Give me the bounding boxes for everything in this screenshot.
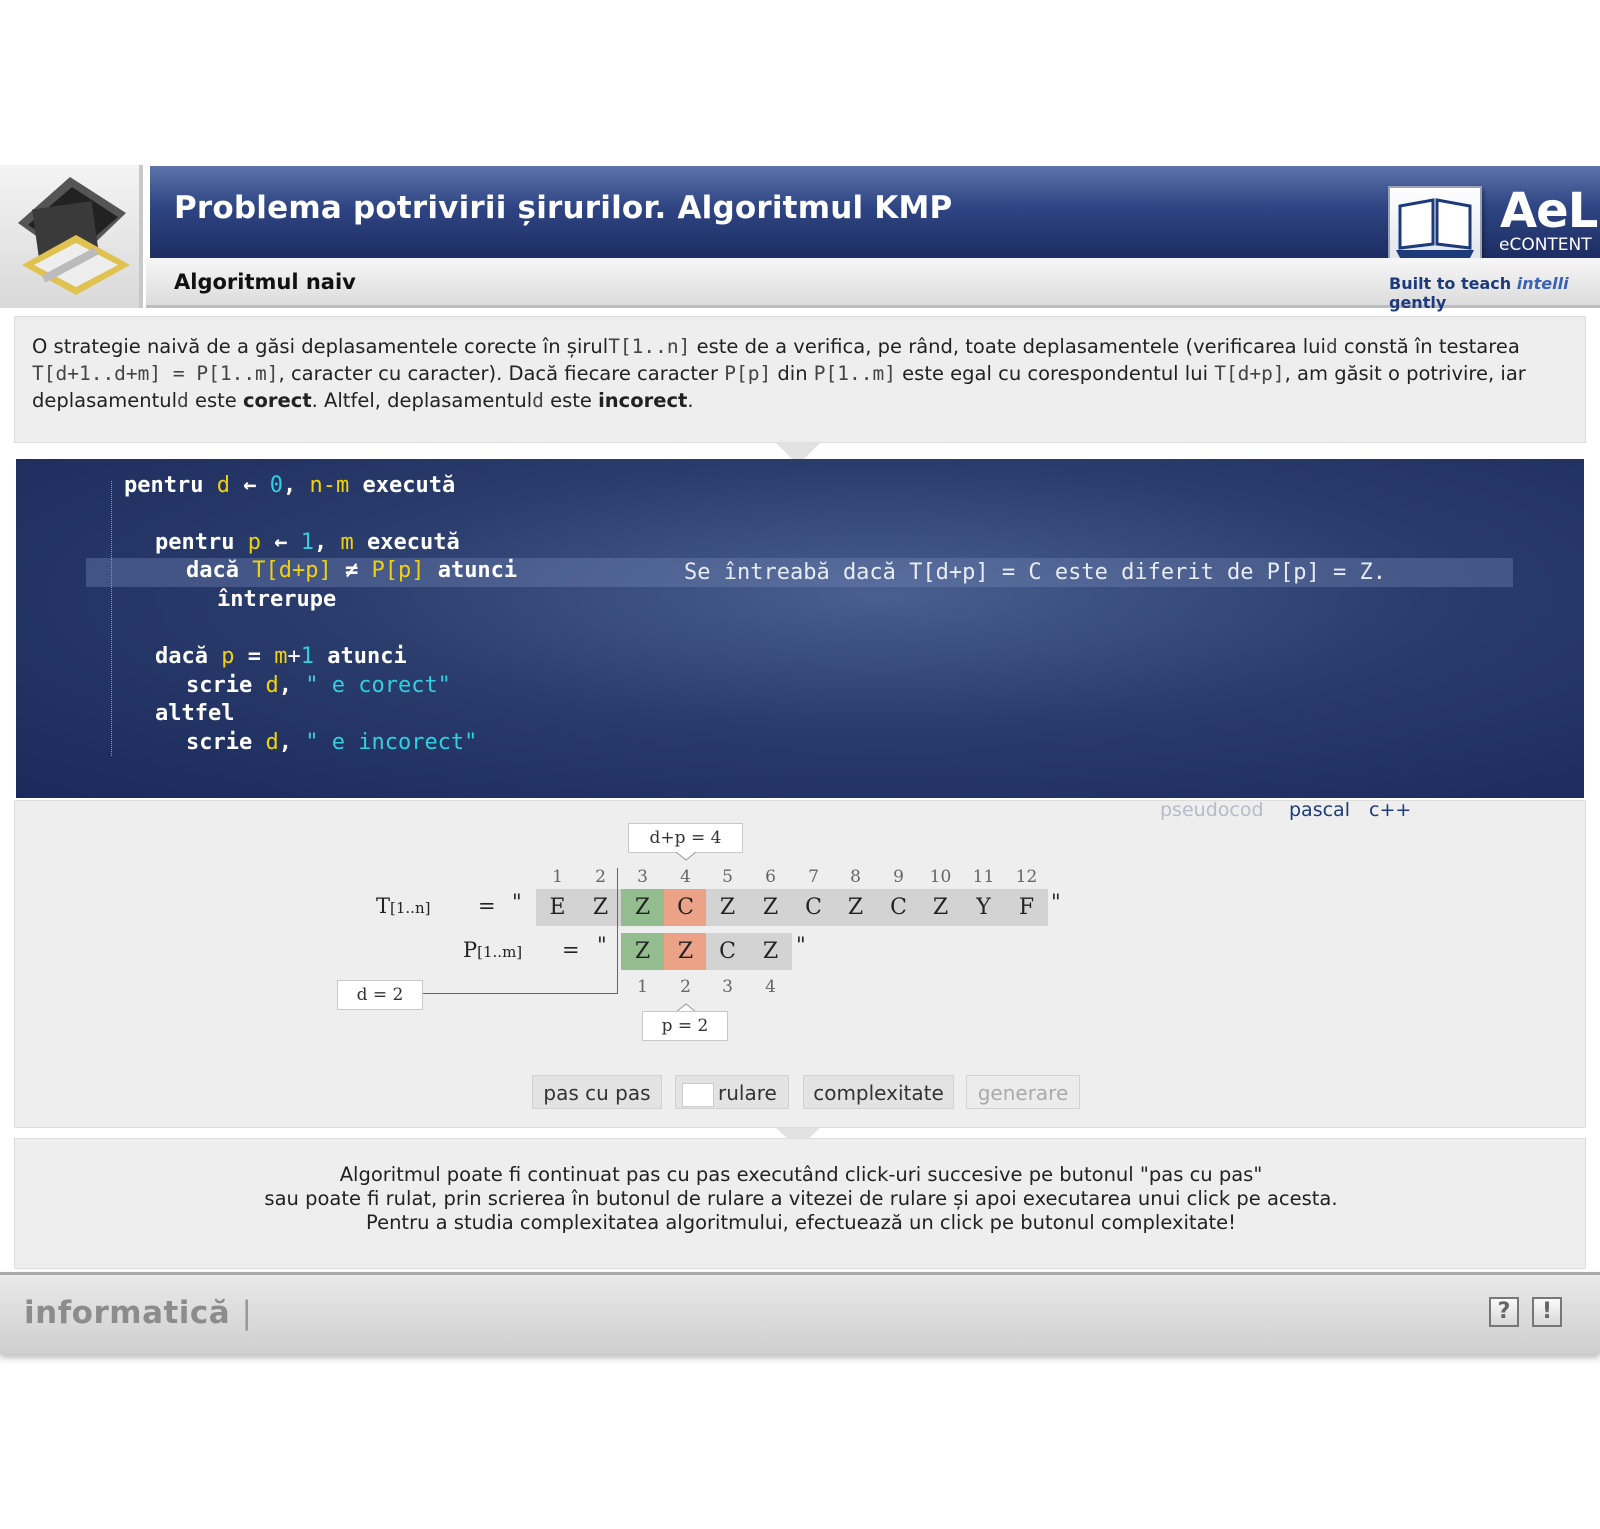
title-bar: Problema potrivirii șirurilor. Algoritmu… bbox=[150, 166, 1600, 258]
text-char: Z bbox=[579, 889, 622, 926]
pattern-index: 3 bbox=[722, 977, 733, 997]
text-index: 1 bbox=[552, 867, 563, 887]
text-index: 7 bbox=[808, 867, 819, 887]
run-speed-input[interactable] bbox=[682, 1082, 714, 1107]
text-char: C bbox=[664, 889, 707, 926]
intro-panel: O strategie naivă de a găsi deplasamente… bbox=[14, 316, 1586, 443]
text-index: 6 bbox=[765, 867, 776, 887]
help-icon[interactable]: ? bbox=[1489, 1297, 1519, 1327]
text-char: C bbox=[792, 889, 835, 926]
d-plus-p-label: d+p = 4 bbox=[628, 823, 743, 853]
simulation-panel bbox=[14, 800, 1586, 1128]
pattern-equals: = bbox=[562, 938, 580, 962]
pattern-close-quote: " bbox=[796, 933, 806, 957]
text-index: 11 bbox=[972, 867, 995, 887]
text-char: Z bbox=[749, 889, 792, 926]
shift-marker-line bbox=[617, 868, 618, 994]
footer-bar: informatică | ? ! bbox=[0, 1272, 1600, 1354]
pattern-char: Z bbox=[621, 933, 664, 970]
pattern-label: P[1..m] bbox=[463, 938, 523, 962]
step-button[interactable]: pas cu pas bbox=[532, 1075, 662, 1109]
shift-connector bbox=[422, 993, 618, 994]
text-char: Z bbox=[706, 889, 749, 926]
run-button[interactable]: rulare bbox=[675, 1075, 789, 1109]
code-line-5: dacă p = m+1 atunci bbox=[155, 644, 407, 669]
tab-pseudocode[interactable]: pseudocod bbox=[1160, 799, 1264, 821]
econtent-label: eCONTENT bbox=[1499, 235, 1592, 255]
indent-guide bbox=[111, 481, 113, 756]
pattern-char: Z bbox=[664, 933, 707, 970]
text-label: T[1..n] bbox=[376, 894, 431, 918]
ael-logo: AeL bbox=[1500, 183, 1598, 239]
text-index: 4 bbox=[680, 867, 691, 887]
code-line-2: pentru p ← 1, m execută bbox=[155, 530, 460, 555]
pattern-index: 4 bbox=[765, 977, 776, 997]
code-line-4: întrerupe bbox=[217, 587, 337, 612]
text-char: Z bbox=[919, 889, 962, 926]
text-index: 10 bbox=[929, 867, 952, 887]
code-panel: pentru d ← 0, n-m execută pentru p ← 1, … bbox=[16, 459, 1584, 798]
shift-label: d = 2 bbox=[337, 980, 423, 1010]
info-icon[interactable]: ! bbox=[1532, 1297, 1562, 1327]
complexity-button[interactable]: complexitate bbox=[803, 1075, 954, 1109]
pattern-char: C bbox=[706, 933, 749, 970]
generate-button: generare bbox=[966, 1075, 1080, 1109]
text-index: 9 bbox=[893, 867, 904, 887]
help-panel: Algoritmul poate fi continuat pas cu pas… bbox=[14, 1138, 1586, 1269]
code-line-8: scrie d, " e incorect" bbox=[186, 730, 478, 755]
pattern-index: 1 bbox=[637, 977, 648, 997]
text-char: F bbox=[1005, 889, 1048, 926]
ael-book-icon bbox=[1388, 186, 1482, 264]
text-char: E bbox=[536, 889, 579, 926]
text-index: 3 bbox=[637, 867, 648, 887]
pattern-open-quote: " bbox=[597, 933, 607, 957]
text-char: Z bbox=[621, 889, 664, 926]
text-close-quote: " bbox=[1051, 890, 1061, 914]
app-logo bbox=[0, 165, 143, 308]
code-line-7: altfel bbox=[155, 701, 235, 726]
pattern-char: Z bbox=[749, 933, 792, 970]
text-index: 5 bbox=[722, 867, 733, 887]
text-index: 2 bbox=[595, 867, 606, 887]
text-char: Z bbox=[834, 889, 877, 926]
text-char: Y bbox=[962, 889, 1005, 926]
run-button-label: rulare bbox=[718, 1081, 777, 1105]
tab-pascal[interactable]: pascal bbox=[1289, 799, 1350, 821]
code-line-3: dacă T[d+p] ≠ P[p] atunci bbox=[186, 558, 518, 583]
p-label: p = 2 bbox=[642, 1011, 728, 1041]
pointer-down-icon bbox=[676, 852, 696, 861]
intro-text: O strategie naivă de a găsi deplasamente… bbox=[32, 335, 1526, 412]
text-index: 8 bbox=[850, 867, 861, 887]
text-index: 12 bbox=[1015, 867, 1038, 887]
text-char: C bbox=[877, 889, 920, 926]
subtitle-bar: Algoritmul naiv bbox=[146, 258, 1600, 308]
tab-cpp[interactable]: c++ bbox=[1369, 799, 1411, 821]
page-subtitle: Algoritmul naiv bbox=[174, 270, 356, 294]
pattern-index: 2 bbox=[680, 977, 691, 997]
code-line-6: scrie d, " e corect" bbox=[186, 673, 451, 698]
computer-icon bbox=[18, 177, 130, 295]
text-open-quote: " bbox=[512, 890, 522, 914]
text-equals: = bbox=[478, 894, 496, 918]
subject-label: informatică | bbox=[24, 1295, 253, 1331]
brand-tagline: Built to teach intelli gently bbox=[1389, 274, 1569, 312]
step-explanation: Se întreabă dacă T[d+p] = C este diferit… bbox=[684, 560, 1386, 585]
help-text: Algoritmul poate fi continuat pas cu pas… bbox=[264, 1163, 1338, 1234]
code-line-1: pentru d ← 0, n-m execută bbox=[124, 473, 456, 498]
page-title: Problema potrivirii șirurilor. Algoritmu… bbox=[174, 190, 953, 226]
